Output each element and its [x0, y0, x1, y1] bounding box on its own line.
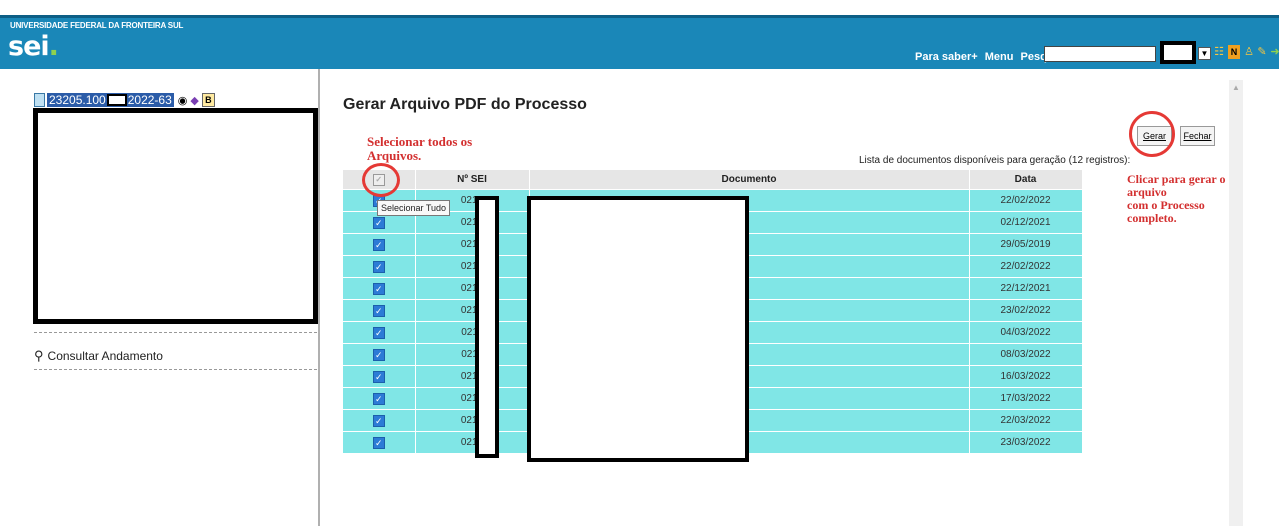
divider [34, 369, 317, 370]
menu-link[interactable]: Menu [985, 51, 1014, 63]
date-cell: 22/02/2022 [969, 189, 1083, 212]
sei-cell: 0210 [415, 299, 530, 322]
gerar-annotation: Clicar para gerar o arquivo com o Proces… [1127, 173, 1242, 225]
logo-text: sei [8, 31, 50, 62]
process-folder-icon [34, 93, 45, 107]
search-input[interactable] [1044, 46, 1156, 62]
notes-icon[interactable]: N [1228, 45, 1240, 59]
process-number[interactable]: 23205.100 2022-63 [47, 93, 174, 107]
sei-cell: 0210 [415, 277, 530, 300]
table-header-row: ✓ Nº SEI Documento Data [343, 170, 1083, 190]
logo-dot: . [48, 31, 59, 62]
consultar-andamento-link[interactable]: ⚲ Consultar Andamento [34, 348, 163, 364]
header-banner: UNIVERSIDADE FEDERAL DA FRONTEIRA SUL se… [0, 15, 1279, 69]
sei-cell: 0210 [415, 233, 530, 256]
university-name: UNIVERSIDADE FEDERAL DA FRONTEIRA SUL [10, 21, 184, 30]
row-select-cell: ✓ [343, 343, 416, 366]
sei-cell: 0211 [415, 343, 530, 366]
row-select-cell: ✓ [343, 431, 416, 453]
gerar-note-line2: com o Processo completo. [1127, 198, 1205, 225]
row-select-cell: ✓ [343, 365, 416, 388]
process-node[interactable]: 23205.100 2022-63 ◉ ◆ B [34, 92, 215, 108]
col-header-documento: Documento [529, 170, 970, 190]
row-checkbox[interactable]: ✓ [372, 282, 385, 295]
date-cell: 08/03/2022 [969, 343, 1083, 366]
row-checkbox[interactable]: ✓ [372, 392, 385, 405]
divider [34, 332, 317, 333]
row-checkbox[interactable]: ✓ [372, 326, 385, 339]
sei-cell: 0212 [415, 365, 530, 388]
row-checkbox[interactable]: ✓ [372, 304, 385, 317]
page-title: Gerar Arquivo PDF do Processo [343, 96, 587, 113]
magnifier-icon: ⚲ [34, 348, 44, 363]
tree-redaction-box [33, 108, 318, 324]
process-number-suffix: 2022-63 [127, 93, 172, 107]
row-select-cell: ✓ [343, 255, 416, 278]
row-select-cell: ✓ [343, 321, 416, 344]
tag-icon[interactable]: ◆ [190, 94, 198, 107]
row-select-cell: ✓ [343, 233, 416, 256]
date-cell: 29/05/2019 [969, 233, 1083, 256]
row-select-cell: ✓ [343, 277, 416, 300]
sei-cell: 0213 [415, 409, 530, 432]
b-badge[interactable]: B [201, 93, 215, 107]
select-all-annotation: Selecionar todos os Arquivos. [367, 135, 527, 163]
sei-redaction-box [475, 196, 499, 458]
date-cell: 22/03/2022 [969, 409, 1083, 432]
sei-cell: 0213 [415, 431, 530, 453]
tools-icon[interactable]: ✎ [1256, 45, 1268, 59]
vertical-scrollbar[interactable]: ▲ [1229, 80, 1243, 526]
date-cell: 02/12/2021 [969, 211, 1083, 234]
consultar-label: Consultar Andamento [47, 349, 163, 363]
user-icon[interactable]: ♙ [1243, 45, 1255, 59]
redaction-mask [106, 94, 127, 106]
row-select-cell: ✓ [343, 387, 416, 410]
main-content: Gerar Arquivo PDF do Processo Selecionar… [322, 69, 1242, 526]
eye-icon[interactable]: ◉ [178, 94, 188, 107]
row-checkbox[interactable]: ✓ [372, 238, 385, 251]
sei-cell: 0211 [415, 321, 530, 344]
date-cell: 17/03/2022 [969, 387, 1083, 410]
row-checkbox[interactable]: ✓ [372, 370, 385, 383]
process-tree-pane: 23205.100 2022-63 ◉ ◆ B ⚲ Consultar Anda… [0, 69, 320, 526]
row-checkbox[interactable]: ✓ [372, 216, 385, 229]
date-cell: 22/12/2021 [969, 277, 1083, 300]
top-strip [0, 0, 1279, 15]
list-icon[interactable]: ☷ [1213, 45, 1225, 59]
document-redaction-box [527, 196, 749, 462]
date-cell: 22/02/2022 [969, 255, 1083, 278]
row-checkbox[interactable]: ✓ [372, 260, 385, 273]
gerar-note-line1: Clicar para gerar o arquivo [1127, 172, 1226, 199]
row-checkbox[interactable]: ✓ [372, 414, 385, 427]
process-number-prefix: 23205.100 [49, 93, 106, 107]
fechar-button[interactable]: Fechar [1180, 126, 1215, 146]
select-note-line1: Selecionar todos os [367, 134, 473, 149]
select-all-highlight-circle [362, 163, 400, 197]
sei-logo[interactable]: sei. [8, 31, 59, 62]
col-header-sei: Nº SEI [415, 170, 530, 190]
date-cell: 04/03/2022 [969, 321, 1083, 344]
row-select-cell: ✓ [343, 409, 416, 432]
date-cell: 23/02/2022 [969, 299, 1083, 322]
scroll-up-icon[interactable]: ▲ [1232, 83, 1240, 92]
sei-cell: 0210 [415, 255, 530, 278]
exit-icon[interactable]: ➜ [1269, 45, 1279, 59]
row-checkbox[interactable]: ✓ [372, 436, 385, 449]
row-checkbox[interactable]: ✓ [372, 348, 385, 361]
select-note-line2: Arquivos. [367, 148, 422, 163]
date-cell: 16/03/2022 [969, 365, 1083, 388]
col-header-data: Data [969, 170, 1083, 190]
unit-select-arrow-icon[interactable]: ▼ [1198, 47, 1211, 60]
sei-cell: 0212 [415, 387, 530, 410]
list-caption: Lista de documentos disponíveis para ger… [859, 155, 1131, 166]
date-cell: 23/03/2022 [969, 431, 1083, 453]
select-all-tooltip: Selecionar Tudo [377, 200, 451, 216]
unit-select[interactable] [1160, 41, 1196, 64]
row-select-cell: ✓ [343, 299, 416, 322]
gerar-highlight-circle [1129, 111, 1175, 157]
para-saber-link[interactable]: Para saber+ [915, 51, 978, 63]
